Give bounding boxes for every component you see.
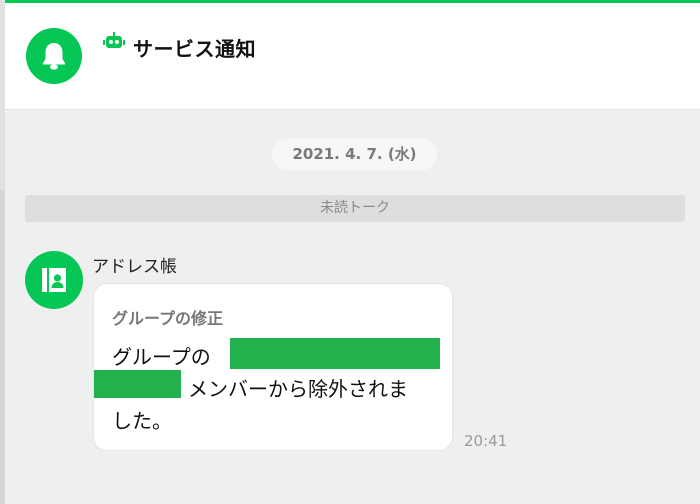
address-book-icon: [42, 268, 66, 292]
header-avatar[interactable]: [26, 28, 82, 84]
message-text-line-2: メンバーから除外されま: [188, 377, 408, 401]
bell-icon: [43, 43, 65, 70]
bot-icon: [103, 32, 125, 48]
redaction-block: [94, 370, 181, 398]
chat-header: サービス通知: [5, 3, 700, 110]
sender-name: アドレス帳: [92, 257, 177, 277]
header-title: サービス通知: [133, 37, 256, 61]
unread-divider: 未読トーク: [25, 195, 685, 222]
message-bubble[interactable]: グループの修正 グループの メンバーから除外されま した。: [93, 283, 453, 451]
sender-avatar[interactable]: [25, 251, 83, 309]
redaction-block: [230, 338, 440, 369]
message-timestamp: 20:41: [464, 432, 508, 450]
message-text-line-1: グループの: [112, 345, 211, 369]
left-divider-lower: [0, 190, 5, 504]
message-text-line-3: した。: [112, 409, 172, 433]
message-title: グループの修正: [112, 309, 224, 328]
date-separator: 2021. 4. 7. (水): [272, 139, 437, 170]
